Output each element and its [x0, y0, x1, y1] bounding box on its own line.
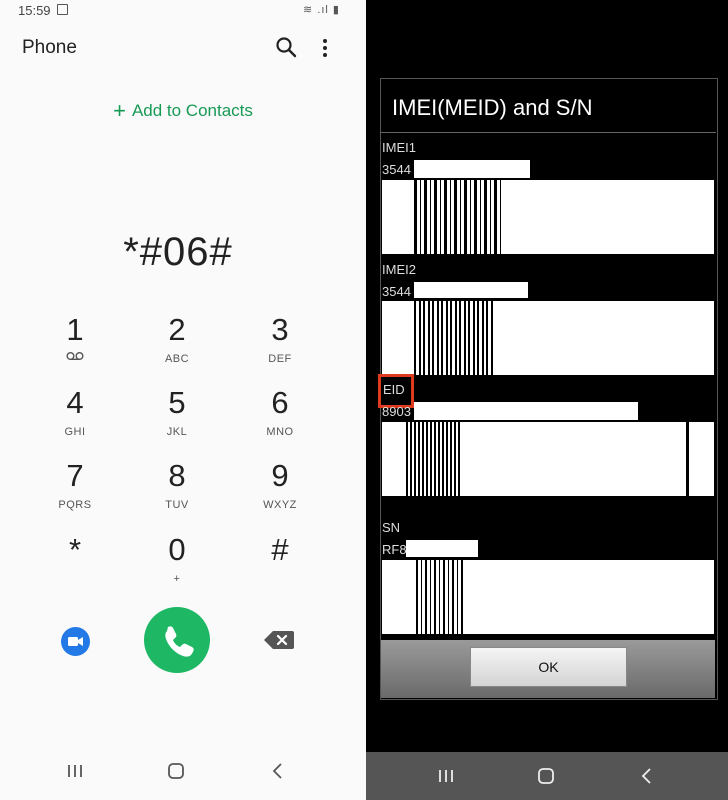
imei-screen-panel: IMEI(MEID) and S/N IMEI1 3544 IMEI2 3544…: [366, 0, 728, 800]
recent-apps-icon[interactable]: [431, 761, 461, 791]
imei1-barcode: [382, 180, 714, 254]
key-digit: 9: [271, 458, 289, 493]
status-bar: 15:59 ≋ .ıl ▮: [0, 0, 366, 20]
key-3[interactable]: 3 DEF: [240, 312, 320, 366]
key-digit: 2: [168, 312, 186, 347]
video-call-button[interactable]: [61, 627, 90, 656]
key-letters: ABC: [164, 353, 190, 365]
voicemail-icon: [66, 352, 84, 361]
eid-redaction: [414, 402, 638, 420]
key-letters: JKL: [166, 426, 188, 438]
key-hash[interactable]: #: [240, 533, 320, 567]
key-letters: MNO: [266, 426, 294, 438]
key-star[interactable]: *: [35, 533, 115, 567]
key-5[interactable]: 5 JKL: [137, 385, 217, 439]
dialog-divider: [380, 132, 716, 133]
plus-icon: +: [113, 98, 126, 123]
sn-redaction: [406, 540, 478, 557]
navigation-bar: [366, 752, 728, 800]
key-digit: 4: [66, 385, 84, 420]
ok-button[interactable]: OK: [470, 647, 627, 687]
key-digit: 7: [66, 458, 84, 493]
home-icon[interactable]: [531, 761, 561, 791]
eid-value: 8903: [382, 404, 411, 419]
imei2-redaction: [414, 282, 528, 298]
backspace-icon[interactable]: [263, 629, 295, 651]
key-2[interactable]: 2 ABC: [137, 312, 217, 366]
key-digit: 5: [168, 385, 186, 420]
phone-icon: [165, 626, 194, 657]
sn-value: RF8: [382, 542, 407, 557]
search-icon[interactable]: [275, 36, 297, 58]
back-icon[interactable]: [263, 756, 293, 786]
back-icon[interactable]: [632, 761, 662, 791]
home-icon[interactable]: [161, 756, 191, 786]
dialog-title: IMEI(MEID) and S/N: [392, 95, 593, 120]
key-digit: 1: [66, 312, 84, 347]
eid-label: EID: [383, 382, 405, 397]
page-title: Phone: [22, 37, 77, 58]
video-camera-icon: [68, 637, 83, 646]
key-7[interactable]: 7 PQRS: [35, 458, 115, 512]
sn-label: SN: [382, 520, 401, 535]
key-digit: 8: [168, 458, 186, 493]
dialed-number: *#06#: [123, 230, 233, 274]
phone-app-panel: 15:59 ≋ .ıl ▮ Phone + Add to Contacts *#0…: [0, 0, 366, 800]
key-letters: WXYZ: [263, 499, 297, 511]
imei1-label: IMEI1: [382, 140, 416, 155]
key-letters: DEF: [268, 353, 292, 365]
imei1-value: 3544: [382, 162, 411, 177]
recent-apps-icon[interactable]: [60, 756, 90, 786]
status-time: 15:59: [18, 3, 51, 18]
imei2-label: IMEI2: [382, 262, 416, 277]
key-letters: PQRS: [58, 499, 92, 511]
call-button[interactable]: [144, 607, 210, 673]
add-to-contacts-label: Add to Contacts: [131, 101, 253, 120]
imei2-barcode: [382, 301, 714, 375]
key-9[interactable]: 9 WXYZ: [240, 458, 320, 512]
key-0[interactable]: 0 +: [137, 532, 217, 586]
imei1-redaction: [414, 160, 530, 178]
key-digit: 0: [168, 532, 186, 567]
key-digit: 6: [271, 385, 289, 420]
more-options-icon[interactable]: [318, 37, 332, 59]
key-digit: *: [68, 532, 82, 567]
notification-icon: [57, 4, 68, 15]
key-letters: GHI: [64, 426, 86, 438]
key-digit: 3: [271, 312, 289, 347]
key-letters: +: [173, 573, 181, 585]
add-to-contacts-button[interactable]: + Add to Contacts: [0, 98, 366, 124]
key-6[interactable]: 6 MNO: [240, 385, 320, 439]
imei2-value: 3544: [382, 284, 411, 299]
key-1[interactable]: 1: [35, 313, 115, 366]
status-icons: ≋ .ıl ▮: [303, 4, 340, 16]
eid-barcode: [382, 422, 714, 496]
navigation-bar: [0, 752, 366, 800]
key-8[interactable]: 8 TUV: [137, 458, 217, 512]
key-digit: #: [271, 532, 289, 567]
key-letters: TUV: [165, 499, 189, 511]
sn-barcode: [382, 560, 714, 634]
key-4[interactable]: 4 GHI: [35, 385, 115, 439]
